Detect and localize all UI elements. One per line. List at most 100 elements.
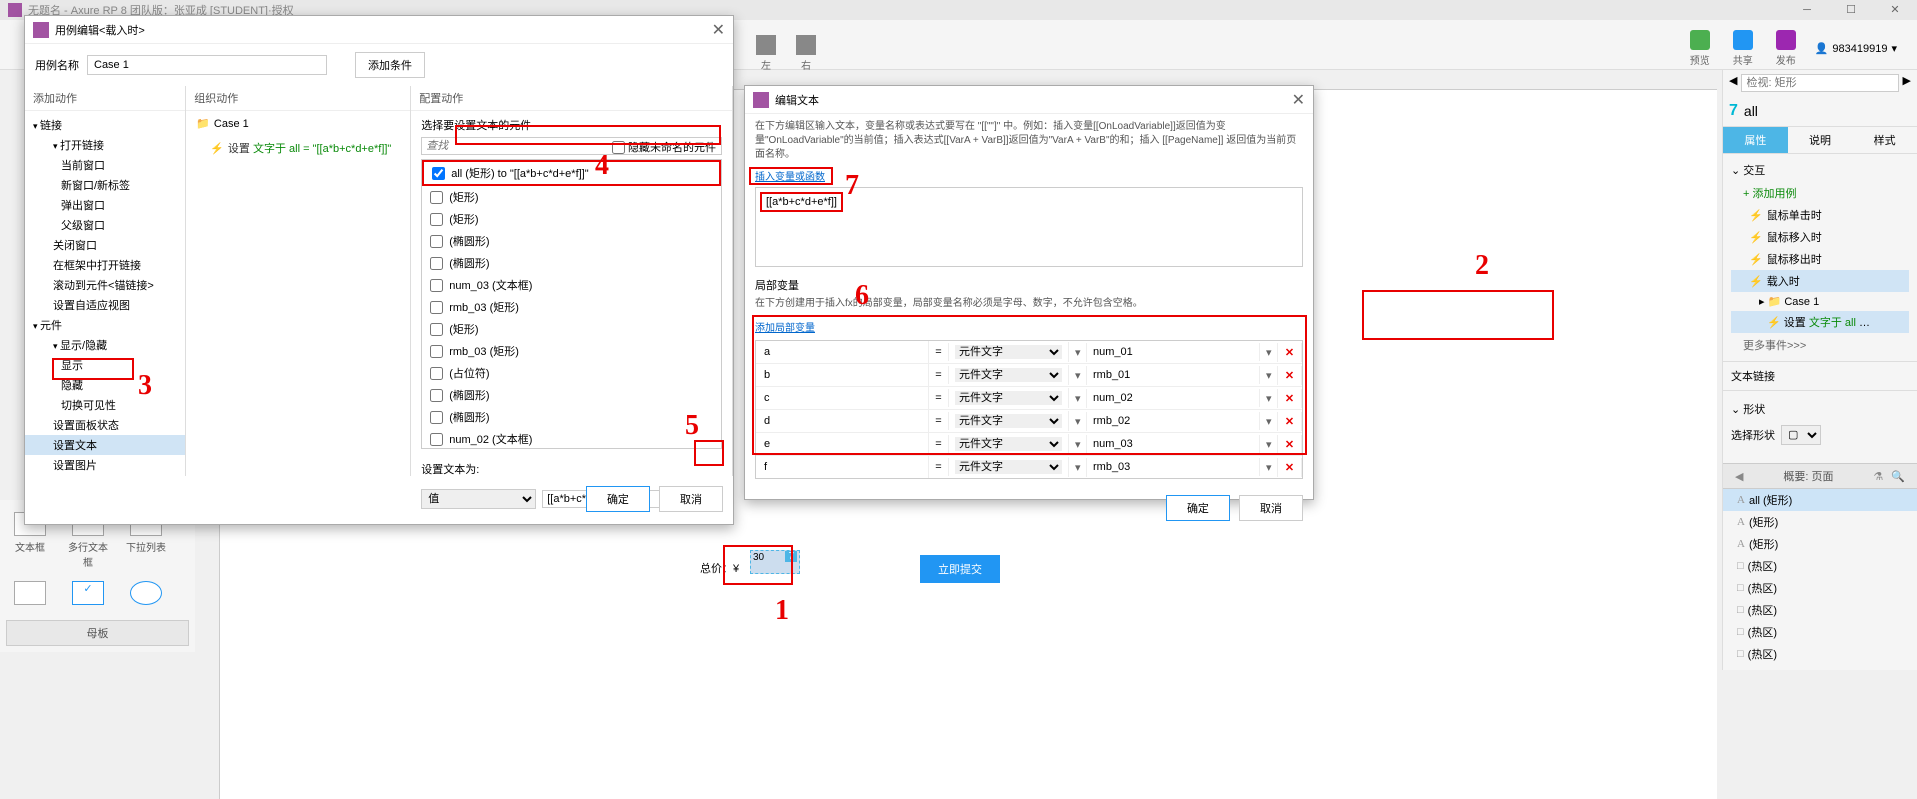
chevron-down-icon[interactable]: ▾	[1069, 366, 1087, 385]
chevron-down-icon[interactable]: ▾	[1069, 343, 1087, 362]
tree-panel-state[interactable]: 设置面板状态	[25, 415, 185, 435]
outline-item[interactable]: □(热区)	[1723, 555, 1917, 577]
chevron-down-icon[interactable]: ▾	[1260, 458, 1278, 477]
widget-checkbox[interactable]	[430, 257, 443, 270]
tree-widgets[interactable]: 元件	[25, 315, 185, 335]
tree-set-selected[interactable]: 设置选中	[25, 475, 185, 476]
tree-adaptive[interactable]: 设置自适应视图	[25, 295, 185, 315]
align-right-button[interactable]: 右	[796, 35, 816, 72]
outline-item[interactable]: □(热区)	[1723, 577, 1917, 599]
outline-item[interactable]: □(热区)	[1723, 643, 1917, 665]
rp-action[interactable]: ⚡ 设置 文字于 all = "[[a*b]]"	[1731, 311, 1909, 333]
widget-checkbox[interactable]	[10, 581, 50, 608]
close-button[interactable]: ✕	[1873, 0, 1917, 20]
inspector-search[interactable]	[1741, 74, 1898, 92]
org-case[interactable]: 📁Case 1	[186, 111, 410, 136]
hide-unnamed-checkbox[interactable]: 隐藏未命名的元件	[612, 139, 716, 155]
tree-showhide[interactable]: 显示/隐藏	[25, 335, 185, 355]
tree-toggle-vis[interactable]: 切换可见性	[25, 395, 185, 415]
section-interactions[interactable]: 交互	[1731, 158, 1909, 182]
widget-checkbox[interactable]	[432, 167, 445, 180]
outline-item[interactable]: A(矩形)	[1723, 533, 1917, 555]
event-enter[interactable]: ⚡鼠标移入时	[1731, 226, 1909, 248]
master-panel-header[interactable]: 母板	[6, 620, 189, 646]
insert-var-link[interactable]: 插入变量或函数	[745, 168, 1313, 183]
publish-button[interactable]: 发布	[1772, 30, 1800, 67]
var-target-input[interactable]	[1093, 392, 1253, 404]
tree-parent-window[interactable]: 父级窗口	[25, 215, 185, 235]
tree-hide[interactable]: 隐藏	[25, 375, 185, 395]
tree-show[interactable]: 显示	[25, 355, 185, 375]
widget-checkbox[interactable]	[430, 411, 443, 424]
var-source-select[interactable]: 元件文字	[955, 414, 1062, 428]
var-name-input[interactable]	[762, 344, 922, 360]
tab-properties[interactable]: 属性	[1723, 127, 1788, 153]
section-shape[interactable]: 形状	[1731, 397, 1909, 421]
event-leave[interactable]: ⚡鼠标移出时	[1731, 248, 1909, 270]
tab-notes[interactable]: 说明	[1788, 127, 1853, 153]
widget-list-item[interactable]: (占位符)	[422, 362, 721, 384]
tree-open-in-frame[interactable]: 在框架中打开链接	[25, 255, 185, 275]
widget-checkbox[interactable]	[430, 213, 443, 226]
tree-scroll-to[interactable]: 滚动到元件<锚链接>	[25, 275, 185, 295]
widget-list[interactable]: all (矩形) to "[[a*b+c*d+e*f]]"(矩形)(矩形)(椭圆…	[421, 159, 722, 449]
widget-checkbox[interactable]	[430, 389, 443, 402]
tree-open-link[interactable]: 打开链接	[25, 135, 185, 155]
tree-popup[interactable]: 弹出窗口	[25, 195, 185, 215]
widget-list-item[interactable]: rmb_03 (矩形)	[422, 296, 721, 318]
chevron-down-icon[interactable]: ▾	[1260, 343, 1278, 362]
var-target-input[interactable]	[1093, 438, 1253, 450]
widget-list-item[interactable]: rmb_03 (矩形)	[422, 340, 721, 362]
case-name-input[interactable]	[87, 55, 327, 75]
expression-textarea[interactable]: [[a*b+c*d+e*f]]	[755, 187, 1303, 267]
outline-item[interactable]: □(热区)	[1723, 599, 1917, 621]
var-source-select[interactable]: 元件文字	[955, 437, 1062, 451]
org-action[interactable]: ⚡设置 文字于 all = "[[a*b+c*d+e*f]]"	[186, 136, 410, 160]
var-target-input[interactable]	[1093, 415, 1253, 427]
user-menu[interactable]: 👤983419919 ▾	[1815, 42, 1897, 55]
delete-var-icon[interactable]: ✕	[1278, 389, 1302, 408]
widget-list-item[interactable]: (椭圆形)	[422, 230, 721, 252]
dialog2-cancel-button[interactable]: 取消	[1239, 495, 1303, 521]
tree-close-window[interactable]: 关闭窗口	[25, 235, 185, 255]
chevron-down-icon[interactable]: ▾	[1260, 389, 1278, 408]
outline-item[interactable]: Aall (矩形)	[1723, 489, 1917, 511]
outline-item[interactable]: □(热区)	[1723, 621, 1917, 643]
chevron-down-icon[interactable]: ▾	[1069, 435, 1087, 454]
widget-checkbox[interactable]	[430, 345, 443, 358]
chevron-down-icon[interactable]: ▾	[1069, 458, 1087, 477]
delete-var-icon[interactable]: ✕	[1278, 458, 1302, 477]
widget-list-item[interactable]: all (矩形) to "[[a*b+c*d+e*f]]"	[422, 160, 721, 186]
var-name-input[interactable]	[762, 459, 922, 475]
preview-button[interactable]: 预览	[1686, 30, 1714, 67]
align-left-button[interactable]: 左	[756, 35, 776, 72]
selected-widget-all[interactable]: 30 7	[750, 550, 800, 574]
var-target-input[interactable]	[1093, 346, 1253, 358]
widget-checkbox[interactable]	[430, 279, 443, 292]
share-button[interactable]: 共享	[1729, 30, 1757, 67]
var-source-select[interactable]: 元件文字	[955, 391, 1062, 405]
chevron-down-icon[interactable]: ▾	[1260, 366, 1278, 385]
tree-new-window[interactable]: 新窗口/新标签	[25, 175, 185, 195]
widget-list-item[interactable]: (矩形)	[422, 208, 721, 230]
event-click[interactable]: ⚡鼠标单击时	[1731, 204, 1909, 226]
var-target-input[interactable]	[1093, 461, 1253, 473]
outline-item[interactable]: A(矩形)	[1723, 511, 1917, 533]
more-events-link[interactable]: 更多事件>>>	[1731, 333, 1909, 357]
shape-select[interactable]: ▢	[1781, 425, 1821, 445]
var-source-select[interactable]: 元件文字	[955, 345, 1062, 359]
tree-set-text[interactable]: 设置文本	[25, 435, 185, 455]
widget-list-item[interactable]: num_03 (文本框)	[422, 274, 721, 296]
widget-list-item[interactable]: (椭圆形)	[422, 252, 721, 274]
delete-var-icon[interactable]: ✕	[1278, 366, 1302, 385]
text-type-select[interactable]: 值	[421, 489, 536, 509]
var-source-select[interactable]: 元件文字	[955, 368, 1062, 382]
dialog2-close-icon[interactable]: ✕	[1292, 90, 1305, 110]
filter-icon[interactable]: ⚗	[1869, 470, 1887, 483]
rp-case[interactable]: ▸ 📁 Case 1	[1731, 292, 1909, 311]
submit-button[interactable]: 立即提交	[920, 555, 1000, 583]
tree-set-image[interactable]: 设置图片	[25, 455, 185, 475]
minimize-button[interactable]: ─	[1785, 0, 1829, 20]
tab-style[interactable]: 样式	[1852, 127, 1917, 153]
var-name-input[interactable]	[762, 390, 922, 406]
